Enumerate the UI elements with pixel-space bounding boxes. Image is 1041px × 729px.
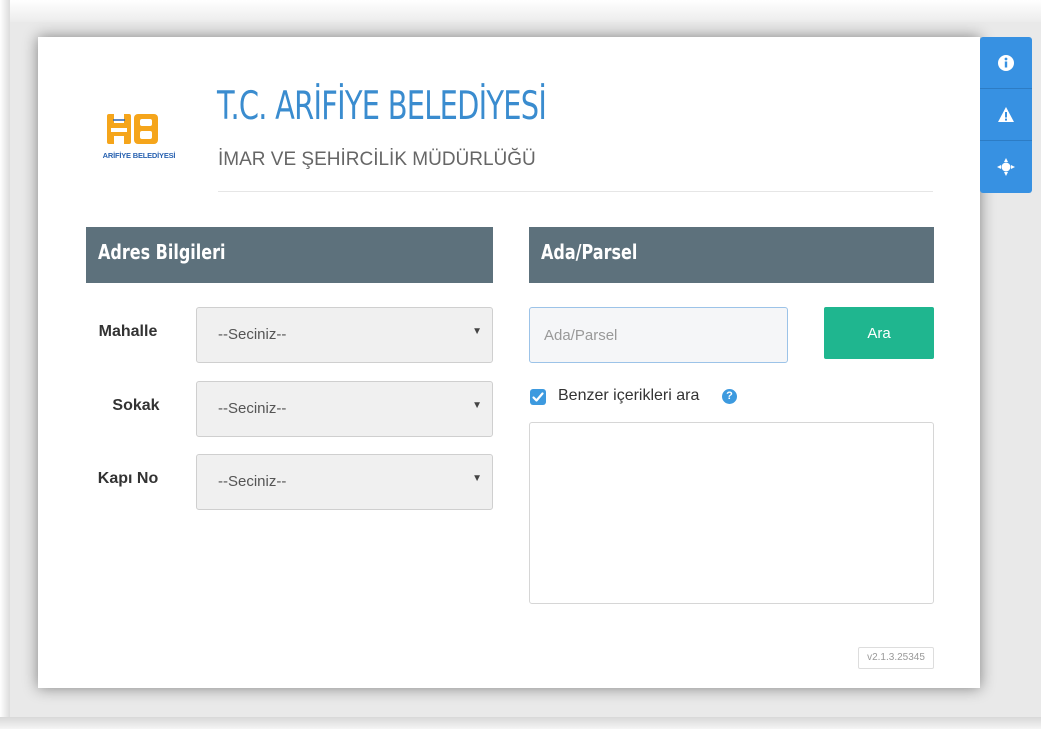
parcel-section-header: Ada/Parsel <box>529 227 934 283</box>
warning-button[interactable] <box>980 89 1032 141</box>
page-subtitle: İMAR VE ŞEHİRCİLİK MÜDÜRLÜĞÜ <box>218 149 536 170</box>
crosshair-icon <box>997 158 1015 176</box>
kapi-no-select-value: --Seciniz-- <box>218 473 287 490</box>
kapi-no-select[interactable]: --Seciniz-- ▼ <box>196 454 493 510</box>
main-panel: ARİFİYE BELEDİYESİ T.C. ARİFİYE BELEDİYE… <box>38 37 980 688</box>
chevron-down-icon: ▼ <box>472 473 482 484</box>
warning-icon <box>998 107 1014 122</box>
results-list[interactable] <box>529 422 934 604</box>
window-left-edge <box>0 0 10 729</box>
logo-caption: ARİFİYE BELEDİYESİ <box>102 151 176 160</box>
address-section-header: Adres Bilgileri <box>86 227 493 283</box>
window-top-edge <box>0 0 1041 22</box>
info-icon <box>998 55 1014 71</box>
sokak-select-value: --Seciniz-- <box>218 400 287 417</box>
sokak-select[interactable]: --Seciniz-- ▼ <box>196 381 493 437</box>
page-title: T.C. ARİFİYE BELEDİYESİ <box>217 84 547 129</box>
kapi-no-label: Kapı No <box>97 470 159 487</box>
municipality-logo <box>107 114 158 144</box>
locate-button[interactable] <box>980 141 1032 193</box>
chevron-down-icon: ▼ <box>472 400 482 411</box>
ada-parsel-input[interactable] <box>529 307 788 363</box>
search-button[interactable]: Ara <box>824 307 934 359</box>
chevron-down-icon: ▼ <box>472 326 482 337</box>
header-divider <box>218 191 933 192</box>
mahalle-select-value: --Seciniz-- <box>218 326 287 343</box>
mahalle-select[interactable]: --Seciniz-- ▼ <box>196 307 493 363</box>
window-bottom-edge <box>0 717 1041 729</box>
info-button[interactable] <box>980 37 1032 89</box>
similar-content-checkbox[interactable] <box>530 389 546 405</box>
address-section-title: Adres Bilgileri <box>98 240 226 264</box>
help-icon[interactable]: ? <box>722 389 737 404</box>
check-icon <box>532 392 544 402</box>
parcel-section-title: Ada/Parsel <box>541 240 638 264</box>
mahalle-label: Mahalle <box>98 323 158 340</box>
sokak-label: Sokak <box>112 397 160 414</box>
similar-content-label[interactable]: Benzer içerikleri ara <box>558 387 699 405</box>
version-badge: v2.1.3.25345 <box>858 647 934 669</box>
